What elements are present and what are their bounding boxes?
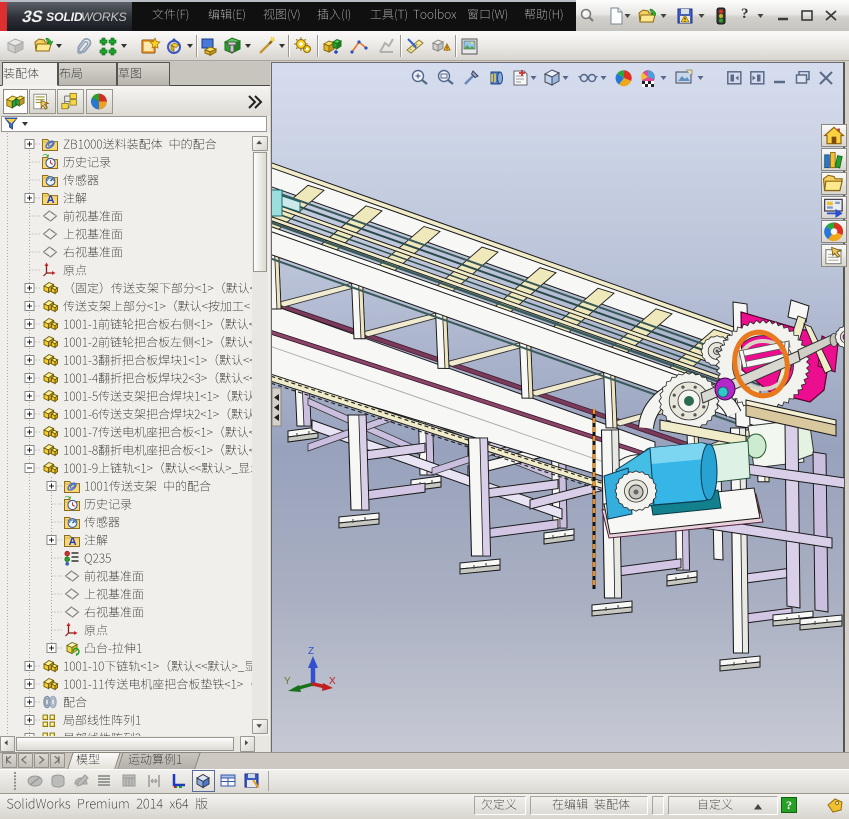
svg-text:SOLID: SOLID bbox=[46, 10, 83, 24]
svg-text:A: A bbox=[69, 536, 77, 548]
svg-text:X: X bbox=[329, 676, 336, 687]
svg-text:WORKS: WORKS bbox=[81, 10, 127, 24]
svg-text:Z: Z bbox=[308, 646, 314, 657]
svg-text:A: A bbox=[47, 194, 55, 206]
svg-text:3S: 3S bbox=[20, 7, 45, 26]
svg-text:Y: Y bbox=[284, 676, 291, 687]
